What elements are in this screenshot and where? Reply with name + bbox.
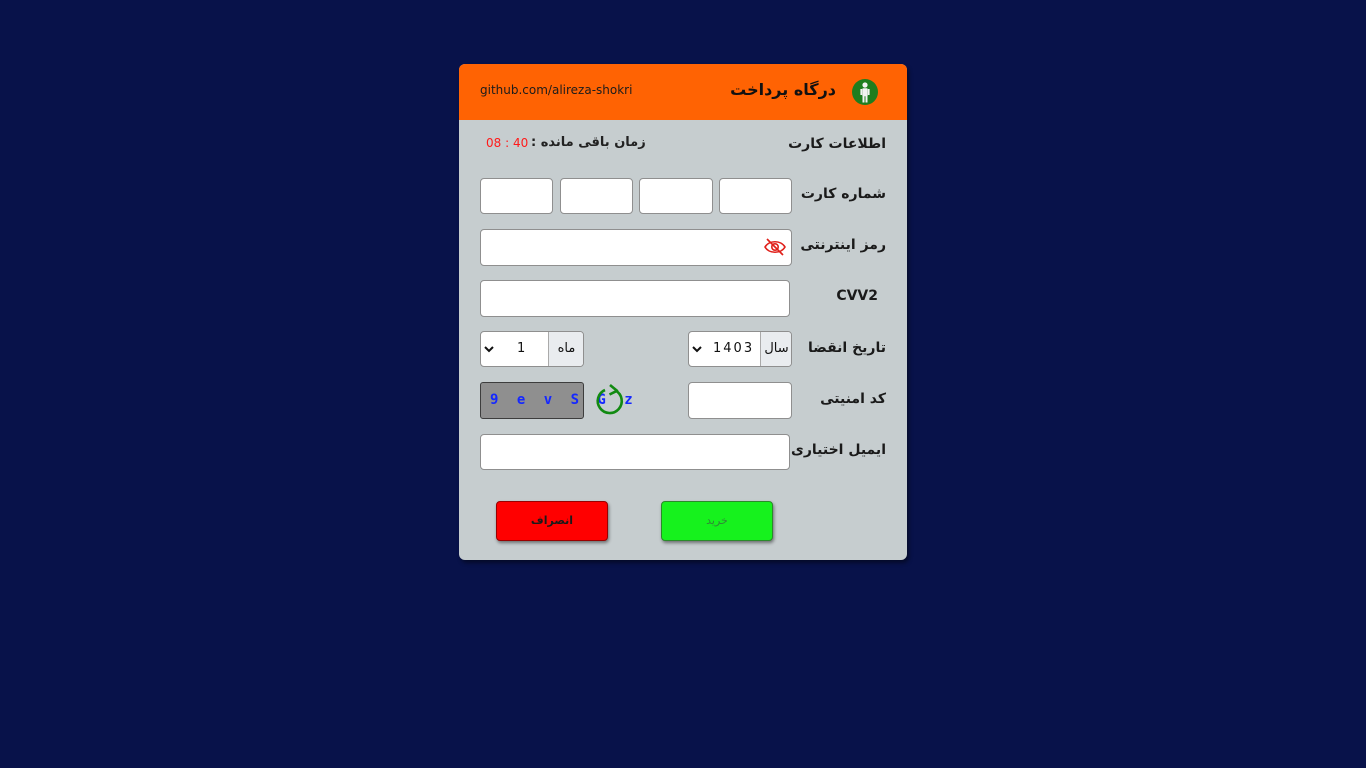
card-info-heading: اطلاعات کارت xyxy=(788,136,886,152)
security-code-field[interactable] xyxy=(688,382,792,419)
eye-slash-icon[interactable] xyxy=(763,237,787,257)
internet-password-label: رمز اینترنتی xyxy=(800,237,886,253)
person-icon xyxy=(852,79,878,105)
github-link[interactable]: github.com/alireza-shokri xyxy=(480,83,632,97)
security-code-label: کد امنیتی xyxy=(820,391,886,407)
month-select[interactable]: ماه 1 xyxy=(480,331,584,367)
email-field[interactable] xyxy=(480,434,790,470)
timer-value: 08 : 40 xyxy=(486,136,529,150)
cvv2-label: CVV2 xyxy=(836,288,878,304)
card-number-part-3[interactable] xyxy=(560,178,633,214)
timer-label: زمان باقی مانده : xyxy=(531,135,646,150)
card-number-label: شماره کارت xyxy=(800,186,886,202)
card-number-part-4[interactable] xyxy=(480,178,553,214)
cancel-button[interactable]: انصراف xyxy=(496,501,608,541)
payment-card: github.com/alireza-shokri درگاه پرداخت ا… xyxy=(459,64,907,560)
internet-password-field[interactable] xyxy=(480,229,792,266)
year-addon: سال xyxy=(760,332,791,366)
expiry-label: تاریخ انقضا xyxy=(808,340,886,356)
card-number-part-1[interactable] xyxy=(719,178,792,214)
buy-button[interactable]: خرید xyxy=(661,501,773,541)
chevron-down-icon xyxy=(484,346,494,353)
month-value: 1 xyxy=(517,341,528,356)
year-value: 1403 xyxy=(713,341,755,356)
card-header: github.com/alireza-shokri درگاه پرداخت xyxy=(459,64,907,120)
captcha-image: 9 e v S G z xyxy=(480,382,633,419)
cvv2-field[interactable] xyxy=(480,280,790,317)
page-title: درگاه پرداخت xyxy=(730,80,836,99)
refresh-icon[interactable] xyxy=(595,382,625,416)
email-label: ایمیل اختیاری xyxy=(791,442,886,458)
chevron-down-icon xyxy=(692,346,702,353)
month-addon: ماه xyxy=(548,332,583,366)
card-number-part-2[interactable] xyxy=(639,178,713,214)
year-select[interactable]: سال 1403 xyxy=(688,331,792,367)
